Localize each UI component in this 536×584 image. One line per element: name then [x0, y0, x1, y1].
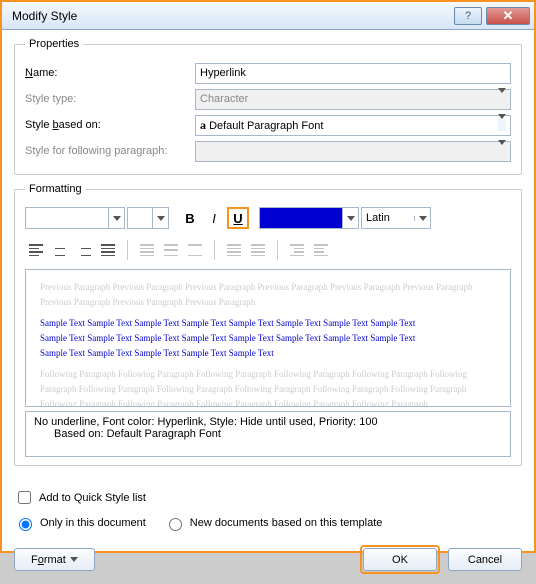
language-dropdown[interactable]: Latin — [361, 207, 431, 229]
font-color-dropdown[interactable] — [259, 207, 359, 229]
close-button[interactable]: ✕ — [486, 7, 530, 25]
formatting-legend: Formatting — [25, 183, 86, 195]
style-preview: Previous Paragraph Previous Paragraph Pr… — [25, 269, 511, 407]
spacing-1-button — [136, 239, 158, 261]
font-size-dropdown[interactable] — [127, 207, 169, 229]
titlebar: Modify Style ? ✕ — [2, 0, 534, 30]
format-button[interactable]: Format — [14, 548, 95, 571]
bold-button[interactable]: B — [179, 207, 201, 229]
font-family-dropdown[interactable] — [25, 207, 125, 229]
following-label: Style for following paragraph: — [25, 145, 195, 157]
ok-button[interactable]: OK — [363, 548, 437, 571]
name-input[interactable] — [195, 63, 511, 84]
align-left-button[interactable] — [25, 239, 47, 261]
italic-button[interactable]: I — [203, 207, 225, 229]
only-doc-radio[interactable]: Only in this document — [14, 515, 146, 531]
space-before-dec-button — [247, 239, 269, 261]
underline-button[interactable]: U — [227, 207, 249, 229]
spacing-2-button — [184, 239, 206, 261]
align-right-button[interactable] — [73, 239, 95, 261]
quickstyle-checkbox[interactable]: Add to Quick Style list — [14, 488, 522, 507]
modify-style-dialog: Modify Style ? ✕ Properties Name: Style … — [0, 0, 536, 553]
new-docs-radio[interactable]: New documents based on this template — [164, 515, 383, 531]
style-type-label: Style type: — [25, 93, 195, 105]
style-type-dropdown: Character — [195, 89, 511, 110]
indent-inc-button — [310, 239, 332, 261]
help-button[interactable]: ? — [454, 7, 482, 25]
cancel-button[interactable]: Cancel — [448, 548, 522, 571]
name-label: Name: — [25, 67, 195, 79]
window-title: Modify Style — [12, 9, 454, 23]
paragraph-toolbar — [25, 237, 511, 269]
formatting-group: Formatting B I U Latin — [14, 183, 522, 466]
font-toolbar: B I U Latin — [25, 203, 511, 237]
based-on-dropdown[interactable]: a Default Paragraph Font — [195, 115, 511, 136]
align-justify-button[interactable] — [97, 239, 119, 261]
properties-group: Properties Name: Style type: Character S… — [14, 38, 522, 175]
properties-legend: Properties — [25, 38, 83, 50]
align-center-button[interactable] — [49, 239, 71, 261]
indent-dec-button — [286, 239, 308, 261]
spacing-15-button — [160, 239, 182, 261]
space-before-inc-button — [223, 239, 245, 261]
following-dropdown — [195, 141, 511, 162]
style-description: No underline, Font color: Hyperlink, Sty… — [25, 411, 511, 457]
based-on-label: Style based on: — [25, 119, 195, 131]
